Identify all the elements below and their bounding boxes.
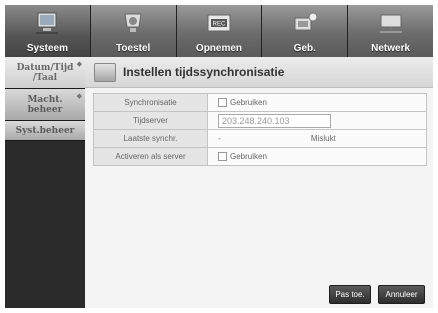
tab-label: Toestel (116, 43, 151, 54)
page-title: Instellen tijdssynchronisatie (123, 65, 285, 79)
row-value: 203.248.240.103 (207, 111, 427, 130)
checkbox-label: Gebruiken (230, 97, 267, 107)
time-server-input[interactable]: 203.248.240.103 (218, 113, 331, 128)
server-mode-checkbox[interactable] (218, 152, 227, 162)
last-sync-value: - (218, 134, 221, 143)
sidebar-item-label: Macht. (27, 95, 63, 105)
monitor-icon (36, 12, 59, 34)
tab-label: Netwerk (371, 43, 411, 54)
tab-netwerk[interactable]: Netwerk (348, 5, 433, 57)
row-value: Gebruiken (207, 147, 427, 166)
submenu-indicator-icon: ◆ (76, 59, 82, 68)
apply-button[interactable]: Pas toe. (329, 285, 371, 304)
monitor-icon (94, 63, 116, 82)
submenu-indicator-icon: ◆ (76, 91, 82, 100)
row-label: Synchronisatie (93, 93, 208, 112)
row-value: - Mislukt (207, 129, 427, 148)
app-window: Systeem Toestel REC Opnemen Geb. Netwerk… (5, 5, 433, 308)
table-row: Synchronisatie Gebruiken (93, 93, 427, 112)
sync-checkbox[interactable] (218, 98, 227, 108)
row-label: Activeren als server (93, 147, 208, 166)
sidebar-item-label: beheer (27, 105, 63, 115)
table-row: Activeren als server Gebruiken (93, 147, 427, 166)
network-icon (379, 14, 402, 33)
sidebar-item-macht-beheer[interactable]: ◆ Macht. beheer (5, 89, 85, 121)
sidebar: ◆ Datum/Tijd /Taal ◆ Macht. beheer Syst.… (5, 57, 85, 308)
camera-icon (124, 13, 142, 32)
sidebar-item-label: /Taal (32, 73, 58, 83)
sidebar-item-label: Datum/Tijd (16, 63, 74, 73)
row-label: Laatste synchr. (93, 129, 208, 148)
event-icon (294, 12, 318, 31)
tab-label: Systeem (26, 43, 68, 54)
table-row: Tijdserver 203.248.240.103 (93, 111, 427, 130)
top-navigation: Systeem Toestel REC Opnemen Geb. Netwerk (5, 5, 433, 57)
settings-table: Synchronisatie Gebruiken Tijdserver 203.… (93, 93, 427, 166)
tab-label: Opnemen (195, 43, 243, 54)
row-label: Tijdserver (93, 111, 208, 130)
checkbox-label: Gebruiken (230, 151, 267, 161)
cancel-button[interactable]: Annuleer (378, 285, 425, 304)
tab-systeem[interactable]: Systeem (5, 5, 91, 57)
settings-panel: Instellen tijdssynchronisatie Synchronis… (85, 57, 433, 308)
last-sync-status: Mislukt (310, 134, 336, 143)
tab-geb[interactable]: Geb. (262, 5, 349, 57)
table-row: Laatste synchr. - Mislukt (93, 129, 427, 148)
tab-toestel[interactable]: Toestel (90, 5, 177, 57)
panel-header: Instellen tijdssynchronisatie (85, 57, 433, 88)
rec-icon: REC (207, 14, 231, 32)
row-value: Gebruiken (207, 93, 427, 112)
tab-opnemen[interactable]: REC Opnemen (176, 5, 263, 57)
sidebar-item-syst-beheer[interactable]: Syst.beheer (5, 121, 85, 141)
svg-text:REC: REC (213, 22, 226, 28)
sidebar-item-datum-tijd-taal[interactable]: ◆ Datum/Tijd /Taal (5, 57, 85, 89)
sidebar-item-label: Syst.beheer (15, 126, 75, 136)
tab-label: Geb. (293, 43, 316, 54)
